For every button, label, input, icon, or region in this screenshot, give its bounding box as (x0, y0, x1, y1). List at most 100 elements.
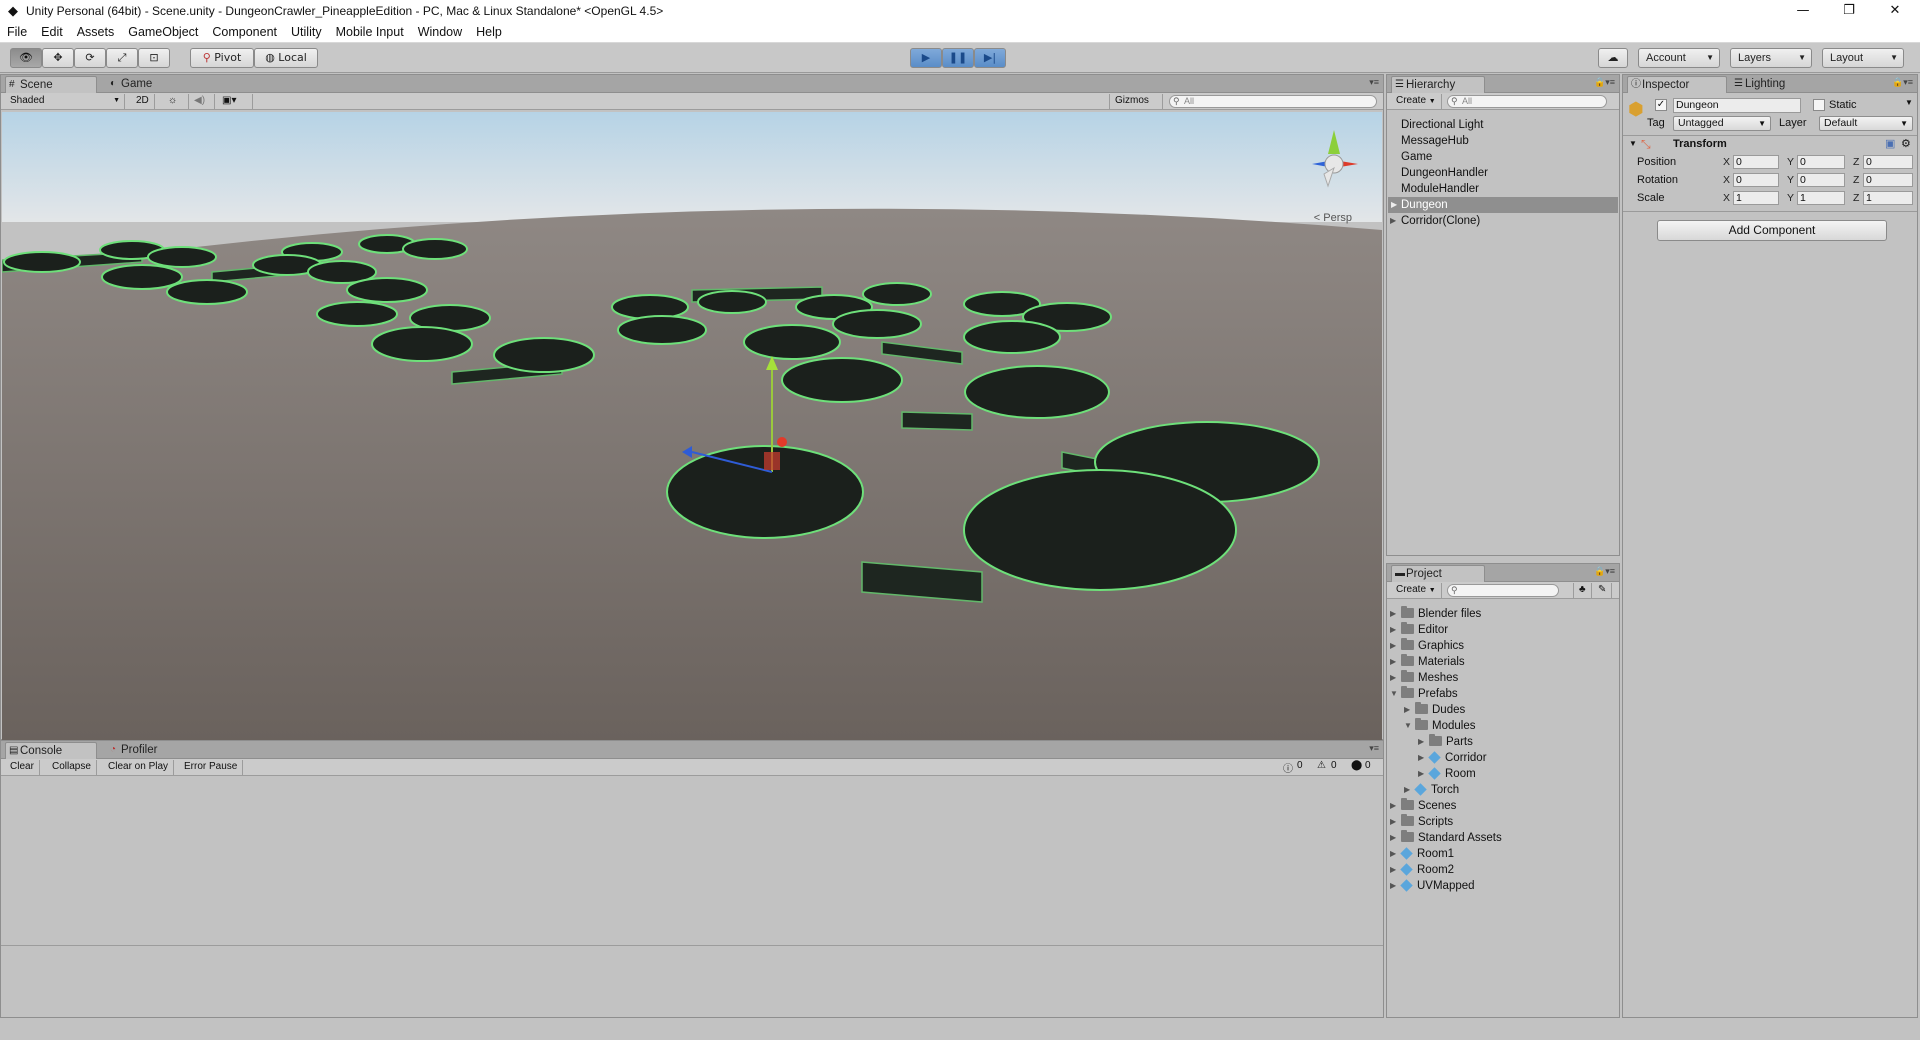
expand-arrow-icon[interactable]: ▶ (1418, 766, 1424, 782)
chevron-down-icon[interactable]: ▼ (1905, 98, 1913, 107)
project-prefab[interactable]: ▶ Torch (1404, 782, 1459, 798)
project-model[interactable]: ▶ Room1 (1390, 846, 1454, 862)
hierarchy-search-input[interactable]: ⚲ All (1447, 95, 1607, 108)
project-prefab[interactable]: ▶ Corridor (1418, 750, 1487, 766)
clear-button[interactable]: Clear (5, 760, 40, 775)
menu-gameobject[interactable]: GameObject (121, 25, 205, 39)
expand-arrow-icon[interactable]: ▶ (1390, 622, 1396, 638)
position-z-field[interactable]: 0 (1863, 155, 1913, 169)
menu-utility[interactable]: Utility (284, 25, 329, 39)
collapse-arrow-icon[interactable]: ▼ (1629, 139, 1637, 148)
hierarchy-item-selected[interactable]: ▶ Dungeon (1388, 197, 1618, 213)
collapse-arrow-icon[interactable]: ▼ (1390, 686, 1398, 702)
layers-dropdown[interactable]: Layers ▼ (1730, 48, 1812, 68)
add-component-button[interactable]: Add Component (1657, 220, 1887, 241)
warning-icon[interactable]: ⚠ (1317, 760, 1326, 771)
panel-menu-icon[interactable]: ▾≡ (1369, 743, 1379, 754)
rect-tool-button[interactable]: ⊡ (138, 48, 170, 68)
scene-effects-dropdown[interactable]: ▣▾ (217, 94, 253, 109)
project-folder[interactable]: ▼ Modules (1404, 718, 1475, 734)
hierarchy-item[interactable]: ModuleHandler (1401, 181, 1479, 197)
tab-game[interactable]: ◐ Game (107, 76, 177, 93)
gear-icon[interactable]: ⚙ (1901, 137, 1911, 150)
menu-file[interactable]: File (0, 25, 34, 39)
move-tool-button[interactable]: ✥ (42, 48, 74, 68)
panel-menu-icon[interactable]: ▾≡ (1369, 77, 1379, 88)
menu-edit[interactable]: Edit (34, 25, 70, 39)
position-x-field[interactable]: 0 (1733, 155, 1779, 169)
active-checkbox[interactable]: ✓ (1655, 99, 1667, 111)
restore-button[interactable]: ❐ (1826, 0, 1872, 22)
menu-assets[interactable]: Assets (70, 25, 122, 39)
cloud-button[interactable]: ☁ (1598, 48, 1628, 68)
hierarchy-item[interactable]: Directional Light (1401, 117, 1483, 133)
expand-arrow-icon[interactable]: ▶ (1390, 878, 1396, 894)
project-folder[interactable]: ▼ Prefabs (1390, 686, 1458, 702)
lock-icon[interactable]: 🔒▾≡ (1594, 566, 1615, 577)
expand-arrow-icon[interactable]: ▶ (1390, 798, 1396, 814)
pivot-toggle[interactable]: ⚲ Pivot (190, 48, 254, 68)
project-folder[interactable]: ▶ Dudes (1404, 702, 1465, 718)
expand-arrow-icon[interactable]: ▶ (1390, 814, 1396, 830)
collapse-arrow-icon[interactable]: ▼ (1404, 718, 1412, 734)
scene-lighting-toggle[interactable]: ☼ (163, 94, 189, 109)
menu-help[interactable]: Help (469, 25, 509, 39)
project-folder[interactable]: ▶ Meshes (1390, 670, 1458, 686)
project-search-input[interactable]: ⚲ (1447, 584, 1559, 597)
project-prefab[interactable]: ▶ Room (1418, 766, 1476, 782)
tab-project[interactable]: ▬ Project (1391, 565, 1485, 582)
expand-arrow-icon[interactable]: ▶ (1404, 702, 1410, 718)
project-folder[interactable]: ▶ Graphics (1390, 638, 1464, 654)
toggle-2d-button[interactable]: 2D (131, 94, 155, 109)
lock-icon[interactable]: 🔒▾≡ (1594, 77, 1615, 88)
expand-arrow-icon[interactable]: ▶ (1390, 846, 1396, 862)
layer-dropdown[interactable]: Default ▼ (1819, 116, 1913, 131)
play-button[interactable]: ▶ (910, 48, 942, 68)
shading-mode-dropdown[interactable]: Shaded ▼ (5, 94, 125, 109)
scene-viewport[interactable]: < Persp (2, 112, 1382, 812)
project-model[interactable]: ▶ Room2 (1390, 862, 1454, 878)
error-pause-button[interactable]: Error Pause (179, 760, 244, 775)
expand-arrow-icon[interactable]: ▶ (1390, 654, 1396, 670)
tab-console[interactable]: ▤ Console (5, 742, 97, 759)
rotate-tool-button[interactable]: ⟳ (74, 48, 106, 68)
project-folder[interactable]: ▶ Materials (1390, 654, 1465, 670)
expand-arrow-icon[interactable]: ▶ (1390, 862, 1396, 878)
rotation-y-field[interactable]: 0 (1797, 173, 1845, 187)
tag-dropdown[interactable]: Untagged ▼ (1673, 116, 1771, 131)
tab-lighting[interactable]: ☰ Lighting (1731, 76, 1821, 93)
step-button[interactable]: ▶| (974, 48, 1006, 68)
clear-on-play-button[interactable]: Clear on Play (103, 760, 175, 775)
expand-arrow-icon[interactable]: ▶ (1390, 606, 1396, 622)
minimize-button[interactable]: — (1780, 0, 1826, 22)
scale-x-field[interactable]: 1 (1733, 191, 1779, 205)
project-folder[interactable]: ▶ Standard Assets (1390, 830, 1502, 846)
close-button[interactable]: ✕ (1872, 0, 1918, 22)
scale-y-field[interactable]: 1 (1797, 191, 1845, 205)
filter-by-type-button[interactable]: ♣ (1573, 583, 1592, 598)
tab-profiler[interactable]: ◔ Profiler (107, 742, 187, 759)
static-checkbox[interactable] (1813, 99, 1825, 111)
rotation-x-field[interactable]: 0 (1733, 173, 1779, 187)
project-create-dropdown[interactable]: Create ▼ (1391, 583, 1442, 598)
hierarchy-item[interactable]: MessageHub (1401, 133, 1469, 149)
expand-arrow-icon[interactable]: ▶ (1391, 197, 1397, 213)
help-icon[interactable]: ▣ (1885, 137, 1895, 150)
persp-label[interactable]: < Persp (1314, 212, 1352, 224)
menu-component[interactable]: Component (205, 25, 284, 39)
project-model[interactable]: ▶ UVMapped (1390, 878, 1475, 894)
tab-inspector[interactable]: ⓘ Inspector (1627, 76, 1727, 93)
layout-dropdown[interactable]: Layout ▼ (1822, 48, 1904, 68)
project-folder[interactable]: ▶ Parts (1418, 734, 1473, 750)
account-dropdown[interactable]: Account ▼ (1638, 48, 1720, 68)
scene-audio-toggle[interactable]: ◀) (189, 94, 215, 109)
hierarchy-create-dropdown[interactable]: Create ▼ (1391, 94, 1442, 109)
expand-arrow-icon[interactable]: ▶ (1418, 734, 1424, 750)
expand-arrow-icon[interactable]: ▶ (1390, 670, 1396, 686)
info-icon[interactable]: ⓘ (1283, 760, 1293, 775)
expand-arrow-icon[interactable]: ▶ (1390, 830, 1396, 846)
pause-button[interactable]: ❚❚ (942, 48, 974, 68)
menu-window[interactable]: Window (411, 25, 469, 39)
gizmos-dropdown[interactable]: Gizmos ▼ (1109, 94, 1163, 120)
lock-icon[interactable]: 🔒▾≡ (1892, 77, 1913, 88)
